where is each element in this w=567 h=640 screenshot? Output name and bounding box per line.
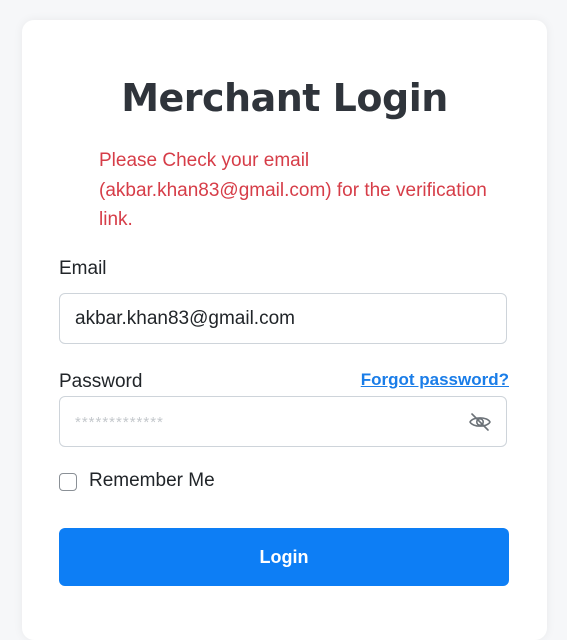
login-card: Merchant Login Please Check your email (… [22,20,547,640]
password-field-wrapper [59,396,507,447]
page-title: Merchant Login [121,76,448,120]
remember-me-checkbox[interactable] [59,473,77,491]
email-label: Email [59,258,107,279]
email-field-wrapper [59,293,507,344]
password-field[interactable] [75,397,465,446]
verification-alert: Please Check your email (akbar.khan83@gm… [99,150,487,230]
email-field[interactable] [75,294,465,343]
eye-off-icon[interactable] [468,410,492,434]
password-label: Password [59,371,143,392]
login-button[interactable]: Login [59,528,509,586]
remember-me-label[interactable]: Remember Me [89,470,215,492]
forgot-password-link[interactable]: Forgot password? [361,370,509,390]
